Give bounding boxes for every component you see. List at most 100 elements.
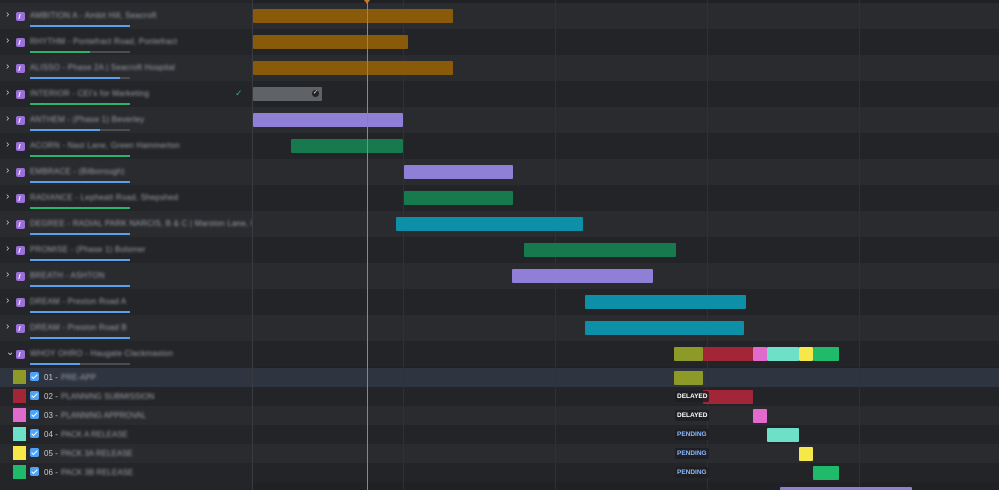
project-row[interactable]: › BREATH - ASHTON (0, 263, 252, 289)
project-progress-bar (30, 51, 130, 53)
summary-segment[interactable] (674, 347, 703, 361)
chevron-right-icon[interactable]: › (6, 62, 14, 72)
task-name[interactable]: PACK 3A RELEASE (61, 449, 133, 458)
summary-segment[interactable] (767, 347, 799, 361)
project-name[interactable]: DREAM - Preston Road B (30, 323, 127, 332)
project-gantt-bar[interactable] (253, 9, 453, 23)
task-name[interactable]: PACK A RELEASE (61, 430, 128, 439)
task-checkbox[interactable] (30, 410, 39, 419)
summary-segment[interactable] (703, 347, 753, 361)
task-gantt-bar[interactable] (674, 371, 703, 385)
project-gantt-bar[interactable] (404, 191, 513, 205)
project-gantt-bar[interactable] (404, 165, 513, 179)
project-gantt-bar[interactable] (585, 295, 746, 309)
task-color-swatch[interactable] (13, 389, 26, 403)
task-color-swatch[interactable] (13, 465, 26, 479)
today-marker-cap[interactable] (364, 0, 370, 4)
task-row[interactable]: 04 - PACK A RELEASE (0, 425, 252, 444)
today-marker-line (367, 0, 368, 490)
project-name[interactable]: ANTHEM - (Phase 1) Beverley (30, 115, 144, 124)
project-gantt-bar[interactable] (524, 243, 676, 257)
project-row[interactable]: ⌄ WHOY OHRO - Haugate Clackmaston (0, 341, 252, 367)
chevron-right-icon[interactable]: › (6, 270, 14, 280)
project-gantt-bar[interactable] (585, 321, 744, 335)
project-gantt-bar[interactable] (512, 269, 653, 283)
project-gantt-bar[interactable] (253, 35, 408, 49)
task-number: 01 - (44, 373, 58, 382)
task-color-swatch[interactable] (13, 446, 26, 460)
project-name[interactable]: PROMISE - (Phase 1) Bolsmer (30, 245, 146, 254)
task-color-swatch[interactable] (13, 427, 26, 441)
task-gantt-bar[interactable] (799, 447, 813, 461)
task-row[interactable]: 05 - PACK 3A RELEASE (0, 444, 252, 463)
task-name[interactable]: PLANNING APPROVAL (61, 411, 146, 420)
project-row[interactable]: › DEGREE - RADIAL PARK NARCIS, B & C | Ma… (0, 211, 268, 237)
task-color-swatch[interactable] (13, 370, 26, 384)
summary-segment[interactable] (813, 347, 839, 361)
chevron-right-icon[interactable]: › (6, 114, 14, 124)
chevron-right-icon[interactable]: › (6, 10, 14, 20)
task-row[interactable]: 02 - PLANNING SUBMISSION (0, 387, 252, 406)
task-name[interactable]: PRE-APP (61, 373, 96, 382)
task-gantt-bar[interactable] (703, 390, 753, 404)
project-name[interactable]: BREATH - ASHTON (30, 271, 105, 280)
chevron-right-icon[interactable]: › (6, 36, 14, 46)
project-row[interactable]: › DREAM - Preston Road B (0, 315, 252, 341)
project-progress-bar (30, 103, 130, 105)
project-row[interactable]: › ANTHEM - (Phase 1) Beverley (0, 107, 252, 133)
task-color-swatch[interactable] (13, 408, 26, 422)
project-name[interactable]: INTERIOR - CEI's for Marketing (30, 89, 149, 98)
task-name[interactable]: PACK 3B RELEASE (61, 468, 133, 477)
project-name[interactable]: DEGREE - RADIAL PARK NARCIS, B & C | Mar… (30, 219, 269, 228)
chevron-right-icon[interactable]: › (6, 192, 14, 202)
chevron-right-icon[interactable]: › (6, 296, 14, 306)
project-row[interactable]: › RHYTHM - Pontefract Road, Pontefract (0, 29, 252, 55)
project-gantt-bar[interactable] (396, 217, 583, 231)
project-name[interactable]: AMBITION A - Ambit Hill, Seacroft (30, 11, 157, 20)
summary-segment[interactable] (753, 347, 767, 361)
project-name[interactable]: RHYTHM - Pontefract Road, Pontefract (30, 37, 177, 46)
task-row-background (253, 387, 999, 406)
project-row[interactable]: › AMBITION A - Ambit Hill, Seacroft (0, 3, 252, 29)
project-icon (16, 38, 25, 47)
project-row[interactable]: › ACORN - Nast Lane, Green Hammerton (0, 133, 252, 159)
chevron-right-icon[interactable]: › (6, 218, 14, 228)
task-gantt-bar[interactable] (753, 409, 767, 423)
task-row[interactable]: 01 - PRE-APP (0, 368, 252, 387)
task-checkbox[interactable] (30, 372, 39, 381)
project-name[interactable]: DREAM - Preston Road A (30, 297, 126, 306)
project-name[interactable]: ALISSO - Phase 2A | Seacroft Hospital (30, 63, 175, 72)
task-checkbox[interactable] (30, 448, 39, 457)
project-name[interactable]: EMBRACE - (Bilborough) (30, 167, 125, 176)
chevron-right-icon[interactable]: › (6, 244, 14, 254)
project-row[interactable]: › DREAM - Preston Road A (0, 289, 252, 315)
task-name[interactable]: PLANNING SUBMISSION (61, 392, 154, 401)
project-name[interactable]: RADIANCE - Lepheatt Road, Shepshed (30, 193, 178, 202)
summary-segment[interactable] (799, 347, 813, 361)
task-gantt-bar[interactable] (767, 428, 799, 442)
chevron-down-icon[interactable]: ⌄ (6, 348, 14, 358)
task-row[interactable]: 03 - PLANNING APPROVAL (0, 406, 252, 425)
project-row[interactable]: › EMBRACE - (Bilborough) (0, 159, 252, 185)
project-row[interactable]: › ALISSO - Phase 2A | Seacroft Hospital (0, 55, 252, 81)
task-gantt-bar[interactable] (813, 466, 839, 480)
task-checkbox[interactable] (30, 467, 39, 476)
project-row[interactable]: › INTERIOR - CEI's for Marketing ✓ (0, 81, 252, 107)
task-row[interactable]: 06 - PACK 3B RELEASE (0, 463, 252, 482)
chevron-right-icon[interactable]: › (6, 140, 14, 150)
project-name[interactable]: WHOY OHRO - Haugate Clackmaston (30, 349, 173, 358)
status-badge: DELAYED (675, 391, 710, 402)
project-progress-bar (30, 259, 130, 261)
task-row-background (253, 406, 999, 425)
task-checkbox[interactable] (30, 391, 39, 400)
project-row[interactable]: › RADIANCE - Lepheatt Road, Shepshed (0, 185, 252, 211)
chevron-right-icon[interactable]: › (6, 322, 14, 332)
project-gantt-bar[interactable] (253, 113, 403, 127)
project-row[interactable]: › PROMISE - (Phase 1) Bolsmer (0, 237, 252, 263)
project-gantt-bar[interactable] (253, 61, 453, 75)
project-name[interactable]: ACORN - Nast Lane, Green Hammerton (30, 141, 180, 150)
task-checkbox[interactable] (30, 429, 39, 438)
chevron-right-icon[interactable]: › (6, 166, 14, 176)
project-gantt-bar[interactable] (291, 139, 403, 153)
chevron-right-icon[interactable]: › (6, 88, 14, 98)
